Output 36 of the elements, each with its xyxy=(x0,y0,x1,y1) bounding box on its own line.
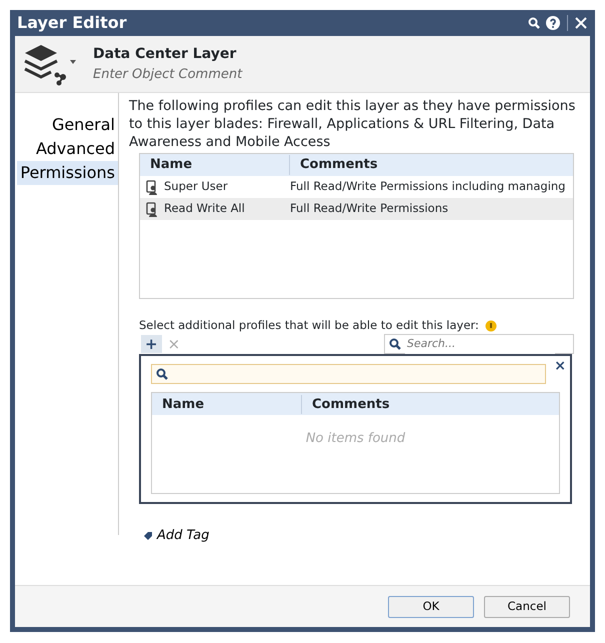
profile-name: Super User xyxy=(164,178,228,196)
column-header: Name xyxy=(140,155,290,175)
profile-comment: Full Read/Write Permissions including managing xyxy=(290,178,566,196)
column-header: Comments xyxy=(311,396,390,414)
search-field[interactable] xyxy=(151,364,546,384)
search-icon xyxy=(389,338,401,350)
empty-message: No items found xyxy=(306,430,406,448)
table-row[interactable]: Super User Full Read/Write Permissions including managing xyxy=(140,176,573,198)
hint-icon xyxy=(484,320,497,332)
sidebar-item[interactable]: General xyxy=(48,113,118,137)
add-tag-link[interactable]: Add Tag xyxy=(143,526,210,546)
instruction-text: Select additional profiles that will be able to edit this layer: xyxy=(139,317,479,334)
search-icon xyxy=(528,17,540,30)
column-header: Name xyxy=(152,394,302,414)
description-text: The following profiles can edit this layer as they have permissions to this layer blades: Firewall, Applications & URL Filtering, Data Awareness and Mobile Access xyxy=(129,97,576,151)
cancel-button[interactable]: Cancel xyxy=(484,596,570,618)
user-profile-icon xyxy=(146,202,158,216)
table-row[interactable]: Read Write All Full Read/Write Permissions xyxy=(140,198,573,220)
object-name: Data Center Layer xyxy=(93,44,238,64)
help-button[interactable] xyxy=(543,16,563,30)
profile-name: Read Write All xyxy=(164,200,245,218)
help-icon xyxy=(546,16,560,30)
tag-icon xyxy=(143,531,153,541)
add-button[interactable]: + xyxy=(141,335,162,354)
search-icon xyxy=(156,368,168,380)
search-field[interactable]: Search... xyxy=(384,334,574,354)
close-button[interactable]: × xyxy=(554,356,566,378)
profile-comment: Full Read/Write Permissions xyxy=(290,200,448,218)
column-header: Comments xyxy=(299,156,378,174)
ok-button[interactable]: OK xyxy=(388,596,474,618)
close-icon xyxy=(575,17,587,30)
comment-field[interactable]: Enter Object Comment xyxy=(93,64,393,84)
window-title: Layer Editor xyxy=(16,12,127,34)
sidebar-item[interactable]: Permissions xyxy=(17,161,118,185)
sidebar-item[interactable]: Advanced xyxy=(32,137,118,161)
user-profile-icon xyxy=(146,180,158,194)
